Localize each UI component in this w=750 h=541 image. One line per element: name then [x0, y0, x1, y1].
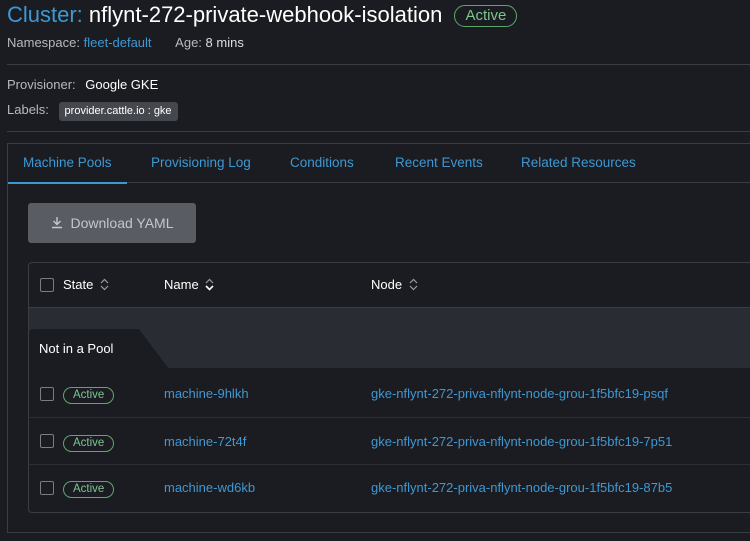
- column-header-state[interactable]: State: [63, 263, 109, 307]
- machine-name-link[interactable]: machine-9hlkh: [164, 370, 249, 417]
- labels-label: Labels:: [7, 102, 49, 117]
- age-label: Age:: [175, 35, 202, 50]
- title-prefix: Cluster:: [7, 2, 83, 27]
- cluster-tabs-panel: Machine Pools Provisioning Log Condition…: [7, 143, 750, 533]
- node-link[interactable]: gke-nflynt-272-priva-nflynt-node-grou-1f…: [371, 464, 672, 511]
- download-yaml-label: Download YAML: [70, 215, 174, 231]
- table-row[interactable]: Active machine-wd6kb gke-nflynt-272-priv…: [29, 464, 750, 511]
- provisioner-value: Google GKE: [85, 77, 159, 92]
- cluster-name: nflynt-272-private-webhook-isolation: [88, 2, 443, 27]
- table-row[interactable]: Active machine-9hlkh gke-nflynt-272-priv…: [29, 370, 750, 417]
- sort-icon: [409, 265, 418, 309]
- age-value: 8 mins: [205, 35, 244, 50]
- machine-name-link[interactable]: machine-wd6kb: [164, 464, 255, 511]
- sort-icon: [100, 265, 109, 309]
- status-badge: Active: [454, 5, 518, 27]
- row-state: Active: [63, 464, 115, 511]
- group-header: Not in a Pool: [29, 308, 750, 369]
- column-label-name: Name: [164, 277, 199, 292]
- group-tab-edge: [139, 329, 169, 369]
- node-link[interactable]: gke-nflynt-272-priva-nflynt-node-grou-1f…: [371, 418, 672, 465]
- tab-machine-pools[interactable]: Machine Pools: [8, 144, 127, 184]
- label-chip: provider.cattle.io : gke: [58, 102, 178, 121]
- tab-related-resources[interactable]: Related Resources: [521, 144, 636, 182]
- sort-down-icon: [205, 265, 214, 309]
- column-label-node: Node: [371, 277, 403, 292]
- download-icon: [51, 204, 63, 244]
- column-header-node[interactable]: Node: [371, 263, 418, 307]
- row-state: Active: [63, 418, 115, 465]
- row-state: Active: [63, 370, 115, 417]
- machine-name-link[interactable]: machine-72t4f: [164, 418, 246, 465]
- machines-table: State Name Node Not in a Pool Active mac…: [28, 262, 750, 513]
- status-badge: Active: [63, 435, 115, 452]
- tab-conditions[interactable]: Conditions: [290, 144, 354, 182]
- row-checkbox[interactable]: [40, 387, 54, 401]
- divider: [7, 64, 750, 65]
- group-label: Not in a Pool: [29, 329, 139, 369]
- status-badge: Active: [63, 481, 115, 498]
- namespace-link[interactable]: fleet-default: [84, 35, 152, 50]
- table-header: State Name Node: [29, 263, 750, 308]
- page-title: Cluster: nflynt-272-private-webhook-isol…: [7, 2, 518, 28]
- download-yaml-button[interactable]: Download YAML: [28, 203, 196, 243]
- provisioner-label: Provisioner:: [7, 77, 76, 92]
- column-header-name[interactable]: Name: [164, 263, 214, 307]
- column-label-state: State: [63, 277, 94, 292]
- row-checkbox[interactable]: [40, 434, 54, 448]
- cluster-meta: Namespace: fleet-default Age: 8 mins: [7, 34, 244, 52]
- divider: [7, 131, 750, 132]
- tab-provisioning-log[interactable]: Provisioning Log: [151, 144, 251, 182]
- row-checkbox[interactable]: [40, 481, 54, 495]
- tab-bar: Machine Pools Provisioning Log Condition…: [8, 144, 750, 184]
- node-link[interactable]: gke-nflynt-272-priva-nflynt-node-grou-1f…: [371, 370, 668, 417]
- table-row[interactable]: Active machine-72t4f gke-nflynt-272-priv…: [29, 418, 750, 465]
- labels-row: Labels: provider.cattle.io : gke: [7, 100, 178, 121]
- tab-recent-events[interactable]: Recent Events: [395, 144, 483, 182]
- status-badge: Active: [63, 387, 115, 404]
- provisioner-row: Provisioner: Google GKE: [7, 76, 158, 94]
- select-all-checkbox[interactable]: [40, 278, 54, 292]
- namespace-label: Namespace:: [7, 35, 80, 50]
